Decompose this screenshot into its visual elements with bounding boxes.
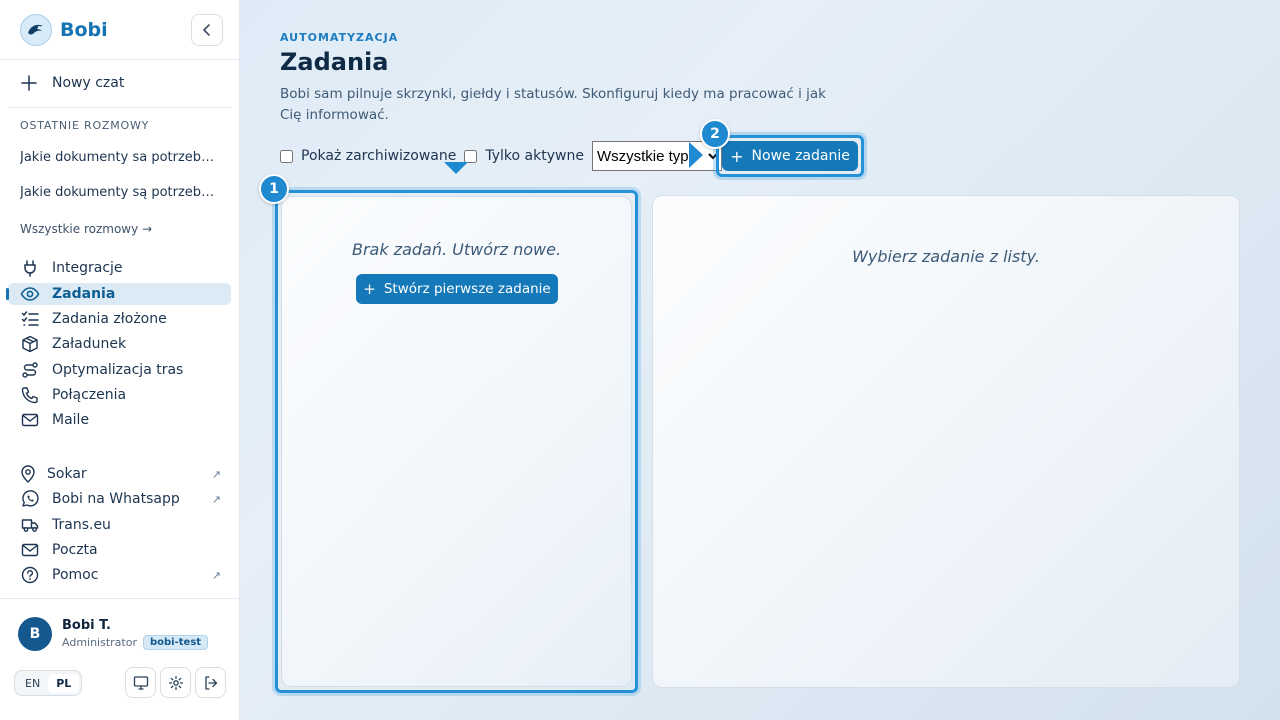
only-active-checkbox[interactable] [464,149,478,163]
sidebar-item-zadania-zlozone[interactable]: Zadania złożone [8,308,231,330]
mail-icon [20,540,40,560]
sidebar: Bobi Nowy czat OSTATNIE ROZMOWY Jakie do… [0,0,240,720]
route-icon [20,360,40,380]
sidebar-item-label: Poczta [52,542,98,558]
sidebar-item-label: Sokar [47,466,87,482]
new-chat-label: Nowy czat [52,75,125,91]
annotation-marker-2: 2 [700,119,730,149]
only-active-filter[interactable]: Tylko aktywne [464,148,584,164]
sidebar-item-whatsapp[interactable]: Bobi na Whatsapp ↗ [8,488,231,510]
brand-name: Bobi [60,19,108,41]
external-link-icon: ↗ [211,467,221,481]
create-first-task-button[interactable]: + Stwórz pierwsze zadanie [356,274,558,304]
user-profile[interactable]: B Bobi T. Administrator bobi-test [18,617,209,651]
map-pin-icon [18,464,38,484]
sidebar-item-optymalizacja-tras[interactable]: Optymalizacja tras [8,359,231,381]
sidebar-item-trans-eu[interactable]: Trans.eu [8,514,231,536]
task-detail-panel: Wybierz zadanie z listy. [652,195,1240,688]
sidebar-item-maile[interactable]: Maile [8,409,231,431]
sidebar-item-label: Optymalizacja tras [52,362,184,378]
bobi-logo-icon [20,14,52,46]
whatsapp-icon [20,489,40,509]
mail-icon [20,410,40,430]
user-role: Administrator [62,636,137,649]
help-icon [20,565,40,585]
sidebar-item-integracje[interactable]: Integracje [8,257,231,279]
divider [8,107,231,108]
plus-icon [21,75,37,91]
recent-chat-item[interactable]: Jakie dokumenty są potrzebne do przewozu [20,185,220,200]
checklist-icon [20,309,40,329]
sidebar-item-label: Zadania złożone [52,311,167,327]
avatar: B [18,617,52,651]
monitor-icon [133,675,148,690]
sidebar-item-label: Połączenia [52,387,127,403]
page-eyebrow: AUTOMATYZACJA [280,31,399,44]
user-name: Bobi T. [62,618,111,633]
lang-en-button[interactable]: EN [17,674,48,693]
settings-button[interactable] [160,667,191,698]
filters-bar: Pokaż zarchiwizowane Tylko aktywne Wszys… [280,141,722,171]
sidebar-item-polaczenia[interactable]: Połączenia [8,384,231,406]
gear-icon [168,675,183,690]
sidebar-item-zaladunek[interactable]: Załadunek [8,333,231,355]
display-button[interactable] [125,667,156,698]
show-archived-label: Pokaż zarchiwizowane [301,148,457,164]
annotation-marker-1: 1 [259,174,289,204]
truck-icon [20,515,40,535]
marker-pointer [689,142,703,168]
sidebar-item-zadania[interactable]: Zadania [6,283,231,305]
sidebar-item-label: Zadania [52,286,116,302]
page-title: Zadania [280,48,389,76]
collapse-sidebar-button[interactable] [191,14,223,46]
sidebar-item-label: Pomoc [52,567,99,583]
lang-pl-button[interactable]: PL [48,673,80,693]
recent-chat-item[interactable]: Jakie dokumenty sa potrzebne do przewozu [20,150,220,165]
plus-icon: + [363,280,376,298]
box-icon [20,334,40,354]
sidebar-item-label: Trans.eu [52,517,111,533]
plus-icon: + [730,146,744,166]
create-first-task-label: Stwórz pierwsze zadanie [383,281,551,297]
sidebar-item-label: Integracje [52,260,123,276]
new-task-label: Nowe zadanie [751,148,850,164]
sidebar-item-pomoc[interactable]: Pomoc ↗ [8,564,231,586]
language-switch: EN PL [14,670,83,696]
tenant-badge: bobi-test [143,635,209,650]
marker-pointer [444,162,468,174]
task-list-panel: Brak zadań. Utwórz nowe. + Stwórz pierws… [281,196,632,687]
all-chats-link[interactable]: Wszystkie rozmowy → [20,222,152,236]
sidebar-item-poczta[interactable]: Poczta [8,539,231,561]
show-archived-filter[interactable]: Pokaż zarchiwizowane [280,148,456,164]
detail-empty-text: Wybierz zadanie z listy. [852,247,1040,266]
empty-list-text: Brak zadań. Utwórz nowe. [351,240,562,259]
chevron-left-icon [203,24,210,36]
new-task-button[interactable]: + Nowe zadanie [722,141,858,171]
plug-icon [20,258,40,278]
main-content: AUTOMATYZACJA Zadania Bobi sam pilnuje s… [240,0,1280,720]
external-link-icon: ↗ [211,492,221,506]
eye-icon [20,284,40,304]
logout-button[interactable] [195,667,226,698]
sidebar-item-sokar[interactable]: Sokar ↗ [8,463,231,485]
phone-icon [20,385,40,405]
page-description: Bobi sam pilnuje skrzynki, giełdy i stat… [280,86,826,123]
brand[interactable]: Bobi [20,14,108,46]
sidebar-item-label: Bobi na Whatsapp [52,491,180,507]
sidebar-item-label: Załadunek [52,336,127,352]
recent-chats-title: OSTATNIE ROZMOWY [20,119,150,132]
only-active-label: Tylko aktywne [485,148,584,164]
external-link-icon: ↗ [211,568,221,582]
divider [0,59,239,60]
divider [0,598,239,599]
new-chat-button[interactable]: Nowy czat [20,72,124,94]
sidebar-item-label: Maile [52,412,90,428]
show-archived-checkbox[interactable] [280,149,293,163]
logout-icon [204,675,217,690]
